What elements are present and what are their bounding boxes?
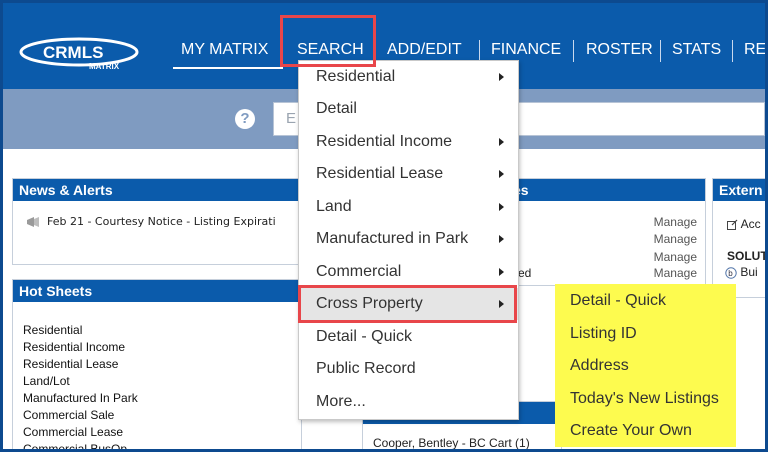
menu-item-label: Residential Income [316,133,453,150]
manage-link[interactable]: Manage [654,266,697,280]
news-alerts-title: News & Alerts [13,179,301,201]
submenu-item-todays-new-listings[interactable]: Today's New Listings [570,388,719,410]
submenu-arrow-icon [499,235,504,243]
nav-separator [732,40,733,62]
menu-item-label: Land [316,198,352,215]
news-item[interactable]: Feb 21 - Courtesy Notice - Listing Expir… [25,215,276,229]
external-links-panel: Extern Acc SOLUT b Bui [712,178,768,298]
nav-stats[interactable]: STATS [672,40,721,60]
menu-item-label: More... [316,393,366,410]
manage-link[interactable]: Manage [654,232,697,246]
menu-item-land[interactable]: Land [299,191,518,223]
cart-row[interactable]: Cooper, Bentley - BC Cart (1) [373,436,530,449]
crmls-logo-icon: CRMLS MATRIX [19,37,139,71]
hot-sheet-item[interactable]: Residential [23,322,138,339]
menu-item-detail[interactable]: Detail [299,93,518,125]
circle-b-icon: b [725,267,737,279]
external-link-text: Bui [740,265,758,279]
manage-link[interactable]: Manage [654,250,697,264]
menu-item-label: Residential Lease [316,165,444,182]
menu-item-label: Public Record [316,360,416,377]
menu-item-label: Detail - Quick [316,328,413,345]
logo-subtext: MATRIX [89,62,120,71]
submenu-arrow-icon [499,170,504,178]
cross-property-submenu: Detail - Quick Listing ID Address Today'… [555,284,736,447]
external-link-text: Acc [740,217,761,231]
menu-item-label: Residential [316,68,396,85]
nav-finance[interactable]: FINANCE [491,40,561,60]
edit-icon [727,219,738,231]
active-nav-underline [173,67,283,69]
menu-item-residential-lease[interactable]: Residential Lease [299,158,518,190]
nav-separator [479,40,480,62]
menu-item-public-record[interactable]: Public Record [299,353,518,385]
news-item-text: Feb 21 - Courtesy Notice - Listing Expir… [47,215,276,228]
menu-item-manufactured-in-park[interactable]: Manufactured in Park [299,223,518,255]
submenu-item-create-your-own[interactable]: Create Your Own [570,420,692,442]
hot-sheet-item[interactable]: Commercial BusOp [23,441,138,449]
news-alerts-panel: News & Alerts Feb 21 - Courtesy Notice -… [12,178,302,265]
help-icon[interactable]: ? [235,109,255,129]
hot-sheets-title: Hot Sheets [13,280,301,302]
highlight-box-search [280,15,376,67]
hot-sheet-item[interactable]: Land/Lot [23,373,138,390]
menu-item-label: Manufactured in Park [316,230,469,247]
menu-item-commercial[interactable]: Commercial [299,256,518,288]
menu-item-label: Detail [316,100,357,117]
hot-sheet-item[interactable]: Residential Income [23,339,138,356]
submenu-arrow-icon [499,138,504,146]
external-solutions-label: SOLUT [727,249,768,263]
manage-link[interactable]: Manage [654,215,697,229]
hot-sheet-item[interactable]: Manufactured In Park [23,390,138,407]
nav-separator [660,40,661,62]
hot-sheets-list: Residential Residential Income Residenti… [23,322,138,449]
external-link-fragment[interactable]: b Bui [725,265,758,279]
external-link-fragment[interactable]: Acc [727,217,761,231]
menu-item-detail-quick[interactable]: Detail - Quick [299,321,518,353]
search-dropdown-menu: Residential Detail Residential Income Re… [298,60,519,420]
submenu-arrow-icon [499,268,504,276]
nav-roster[interactable]: ROSTER [586,40,653,60]
nav-separator [573,40,574,62]
screen: CRMLS MATRIX MY MATRIX SEARCH ADD/EDIT F… [0,0,768,452]
menu-item-residential-income[interactable]: Residential Income [299,126,518,158]
megaphone-icon [27,217,39,227]
nav-my-matrix[interactable]: MY MATRIX [181,40,268,60]
logo-text: CRMLS [43,43,103,62]
hot-sheet-item[interactable]: Commercial Lease [23,424,138,441]
menu-item-more[interactable]: More... [299,386,518,418]
submenu-arrow-icon [499,73,504,81]
submenu-item-address[interactable]: Address [570,355,629,377]
saved-search-fragment: ed [518,266,532,280]
external-links-title: Extern [713,179,765,201]
crmls-logo[interactable]: CRMLS MATRIX [19,37,141,71]
hot-sheet-item[interactable]: Commercial Sale [23,407,138,424]
svg-text:b: b [728,269,733,278]
nav-more-cut[interactable]: RE [744,40,765,60]
highlight-box-cross-property [298,285,517,323]
submenu-item-listing-id[interactable]: Listing ID [570,323,637,345]
submenu-arrow-icon [499,203,504,211]
hot-sheet-item[interactable]: Residential Lease [23,356,138,373]
nav-add-edit[interactable]: ADD/EDIT [387,40,462,60]
menu-item-label: Commercial [316,263,402,280]
submenu-item-detail-quick[interactable]: Detail - Quick [570,290,666,312]
hot-sheets-panel: Hot Sheets Residential Residential Incom… [12,279,302,449]
